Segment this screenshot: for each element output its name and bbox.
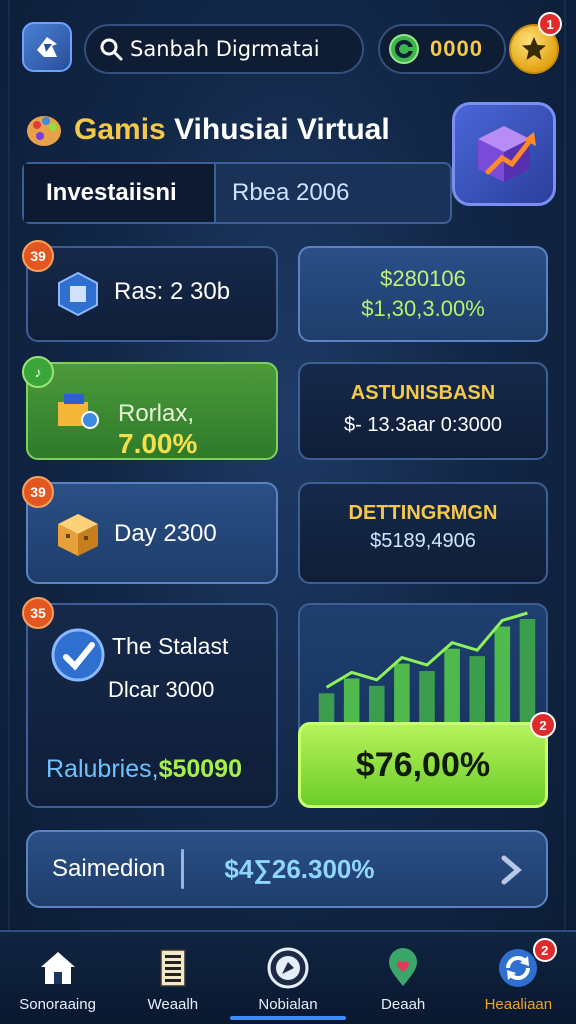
heart-pin-icon [381,946,425,990]
chart-bar [444,648,460,723]
nav-item-home[interactable]: Sonoraaing [0,932,115,1024]
chart-bar [469,656,486,723]
nav-badge: 2 [532,938,557,962]
nav-label: Heaaliaan [484,996,553,1013]
card-badge: 35 [22,597,54,629]
star-icon [522,37,546,60]
active-tab-indicator [230,1016,346,1020]
top-bar: Sanbah Digrmatai 0000 1 [0,0,576,92]
chart-bar [519,619,536,723]
tab-investment[interactable]: Investaiisni [24,164,216,222]
nav-label: Deaah [381,996,426,1013]
chart-bar [494,626,511,723]
asset-card-1[interactable]: 39 Ras: 2 30b [22,240,278,342]
coin-balance[interactable]: 0000 [378,24,506,74]
search-input[interactable]: Sanbah Digrmatai [130,37,320,61]
card-line-1: The Stalast [112,633,229,659]
card-badge: 39 [22,476,54,508]
divider [181,849,185,889]
nav-item-heaaliaan[interactable]: Heaaliaan 2 [461,932,576,1024]
page-title: Gamis Vihusiai Virtual [74,113,390,146]
card-text: Ras: 2 30b [114,278,231,305]
coin-icon [389,34,419,64]
chart-bar [394,663,410,723]
stat-line-1: DETTINGRMGN [348,502,498,524]
stat-card-2[interactable]: ASTUNISBASN $- 13.3aar 0:3000 [298,362,548,460]
cube-growth-icon [478,126,536,182]
stat-line-2: $1,30,3.00% [361,296,485,321]
palette-icon [27,116,61,146]
chart-bar [343,678,360,723]
nav-item-wealth[interactable]: Weaalh [115,932,230,1024]
nav-label: Nobialan [258,996,318,1013]
card-text: Rorlax, 7.00% [118,400,198,459]
investment-value: Rbea 2006 [232,179,350,206]
investment-selector[interactable]: Investaiisni Rbea 2006 [22,162,452,224]
machine-icon [58,394,99,429]
asset-card-3[interactable]: 39 Day 2300 [22,476,278,584]
nav-label: Sonoraaing [19,996,96,1013]
nav-item-deaah[interactable]: Deaah [346,932,461,1024]
app-logo-icon[interactable] [22,22,72,72]
stat-card-1[interactable]: $280106 $1,30,3.00% [298,246,548,342]
card-line-2: Dlcar 3000 [108,677,215,702]
chart-bar [419,671,435,723]
chart-bar [368,685,385,723]
card-badge: 39 [22,240,54,272]
stat-line-2: $5189,4906 [370,530,476,552]
notification-badge: 1 [538,12,562,36]
coin-value: 0000 [430,36,483,61]
chevron-right-icon[interactable] [496,852,526,888]
nav-label: Weaalh [147,996,199,1013]
page-title-row: Gamis Vihusiai Virtual [24,108,390,152]
ledger-icon [151,946,195,990]
summary-value: $4∑26.300% [224,853,375,884]
search-icon [100,38,123,61]
stat-line-1: ASTUNISBASN [350,382,496,404]
hexagon-icon [58,271,98,317]
card-text: Day 2300 [114,520,217,547]
check-shield-icon [51,628,105,682]
summary-bar[interactable]: Saimedion $4∑26.300% [26,830,548,908]
music-badge: ♪ [22,356,54,388]
home-icon [36,946,80,990]
chart-bar [318,693,335,723]
stat-card-3[interactable]: DETTINGRMGN $5189,4906 [298,482,548,584]
search-bar[interactable]: Sanbah Digrmatai [84,24,364,74]
nav-item-nobialan[interactable]: Nobialan [230,932,346,1024]
compass-icon [266,946,310,990]
button-badge: 2 [530,712,556,738]
card-line-3: Ralubries,$50090 [46,755,242,783]
crate-icon [58,514,98,556]
asset-card-4[interactable]: 35 The Stalast Dlcar 3000 Ralubries,$500… [22,597,278,808]
summary-label: Saimedion [52,855,166,882]
asset-card-2[interactable]: ♪ Rorlax, 7.00% [22,356,278,460]
primary-value-button[interactable]: $76,00% [298,722,548,808]
stat-line-2: $- 13.3aar 0:3000 [344,414,502,436]
bottom-nav: Sonoraaing Weaalh Nobialan Deaah Heaalia… [0,930,576,1024]
stat-line-1: $280106 [380,266,466,291]
featured-cube-button[interactable] [452,102,556,206]
